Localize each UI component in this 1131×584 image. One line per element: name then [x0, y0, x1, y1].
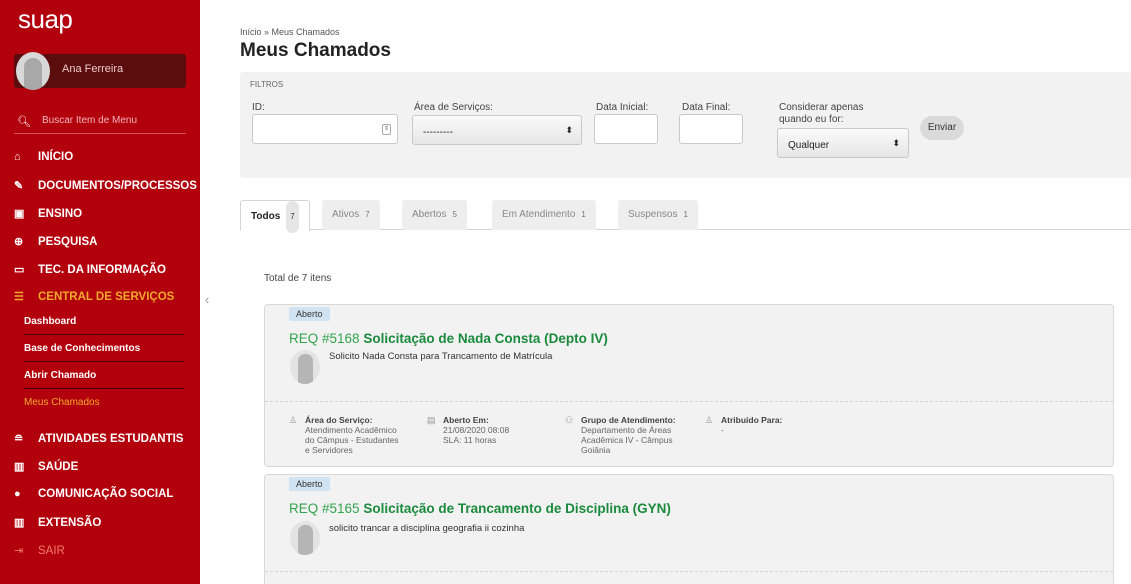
status-badge: Aberto	[289, 307, 330, 321]
research-icon: ⊕	[14, 236, 24, 248]
tab-ativos[interactable]: Ativos 7	[322, 200, 380, 230]
tab-count: 1	[683, 210, 688, 219]
divider	[265, 571, 1113, 572]
breadcrumb[interactable]: Início » Meus Chamados	[240, 27, 340, 37]
ticket-card[interactable]: Aberto REQ #5165 Solicitação de Trancame…	[264, 474, 1114, 584]
tab-count: 7	[365, 210, 370, 219]
sidebar-item-central-servicos[interactable]: ☰ CENTRAL DE SERVIÇOS	[14, 290, 174, 308]
meta-opened: ▤ Aberto Em: 21/08/2020 08:08 SLA: 11 ho…	[427, 415, 510, 445]
sidebar-item-atividades-estudantis[interactable]: ≘ ATIVIDADES ESTUDANTIS	[14, 432, 183, 450]
collapse-sidebar-icon[interactable]: ‹	[200, 292, 214, 310]
tab-count: 1	[581, 210, 586, 219]
submit-button[interactable]: Enviar	[920, 116, 964, 140]
tab-suspensos[interactable]: Suspensos 1	[618, 200, 698, 230]
tab-count: 5	[452, 210, 457, 219]
select-arrow-icon: ⬍	[892, 138, 900, 148]
suap-logo[interactable]: suap	[18, 4, 73, 35]
chat-icon: ●	[14, 488, 21, 500]
requester-avatar	[290, 521, 320, 555]
tab-todos[interactable]: Todos 7	[240, 200, 310, 233]
divider	[265, 401, 1113, 402]
list-icon: ☰	[14, 291, 24, 303]
user-icon: ♙	[289, 415, 298, 425]
tab-em-atendimento[interactable]: Em Atendimento 1	[492, 200, 596, 230]
group-icon: ⚇	[565, 415, 574, 425]
user-avatar	[16, 52, 50, 90]
ticket-name: Solicitação de Nada Consta (Depto IV)	[363, 331, 608, 346]
sidebar: suap Ana Ferreira 🔍︎ Buscar Item de Menu…	[0, 0, 200, 584]
documents-icon: ✎	[14, 180, 24, 192]
filters-legend: FILTROS	[250, 80, 284, 89]
sidebar-item-extensao[interactable]: ▥ EXTENSÃO	[14, 516, 101, 534]
start-date-field[interactable]	[594, 114, 658, 144]
search-icon: 🔍︎	[17, 116, 31, 128]
tab-abertos[interactable]: Abertos 5	[402, 200, 467, 230]
submenu-item-meus-chamados[interactable]: Meus Chamados	[24, 390, 184, 416]
user-name: Ana Ferreira	[62, 63, 124, 75]
consider-label: Considerar apenas quando eu for:	[779, 102, 864, 125]
id-field[interactable]: ⇕	[252, 114, 398, 144]
status-badge: Aberto	[289, 477, 330, 491]
meta-assigned: ♙ Atribuído Para: -	[705, 415, 783, 435]
end-date-field[interactable]	[679, 114, 743, 144]
area-select[interactable]: --------- ⬍	[412, 115, 582, 145]
tabs-bar: Todos 7 Ativos 7 Abertos 5 Em Atendimento 1 …	[240, 200, 1131, 233]
meta-area: ♙ Área do Serviço: Atendimento Acadêmico…	[289, 415, 399, 455]
sidebar-item-inicio[interactable]: ⌂ INÍCIO	[14, 151, 73, 169]
sidebar-item-comunicacao-social[interactable]: ● COMUNICAÇÃO SOCIAL	[14, 488, 173, 506]
sidebar-item-tec-informacao[interactable]: ▭ TEC. DA INFORMAÇÃO	[14, 263, 166, 281]
logout-icon: ⇥	[14, 545, 24, 557]
page-title: Meus Chamados	[240, 40, 391, 61]
sidebar-item-pesquisa[interactable]: ⊕ PESQUISA	[14, 235, 97, 253]
ticket-number: REQ #5165	[289, 501, 360, 516]
start-date-label: Data Inicial:	[596, 102, 649, 113]
end-date-label: Data Final:	[682, 102, 731, 113]
menu-search-input[interactable]: 🔍︎ Buscar Item de Menu	[14, 112, 186, 134]
submenu-item-dashboard[interactable]: Dashboard	[24, 309, 184, 335]
id-label: ID:	[252, 102, 265, 113]
ticket-description: solicito trancar a disciplina geografia …	[329, 523, 525, 534]
submenu-item-base-conhecimentos[interactable]: Base de Conhecimentos	[24, 336, 184, 362]
tab-count: 7	[286, 201, 299, 233]
user-icon: ♙	[705, 415, 714, 425]
consider-select[interactable]: Qualquer ⬍	[777, 128, 909, 158]
ticket-title[interactable]: REQ #5165 Solicitação de Trancamento de …	[289, 501, 671, 516]
ticket-description: Solicito Nada Consta para Trancamento de…	[329, 351, 553, 362]
ticket-title[interactable]: REQ #5168 Solicitação de Nada Consta (De…	[289, 331, 608, 346]
sidebar-item-documentos[interactable]: ✎ DOCUMENTOS/PROCESSOS	[14, 179, 197, 197]
total-count: Total de 7 itens	[264, 273, 332, 284]
teaching-icon: ▣	[14, 208, 25, 220]
sidebar-item-saude[interactable]: ▥ SAÚDE	[14, 460, 78, 478]
home-icon: ⌂	[14, 151, 21, 163]
sidebar-item-sair[interactable]: ⇥ SAIR	[14, 544, 65, 562]
requester-avatar	[290, 350, 320, 384]
submenu-item-abrir-chamado[interactable]: Abrir Chamado	[24, 363, 184, 389]
graduation-icon: ≘	[14, 433, 24, 445]
calendar-icon: ▤	[427, 415, 436, 425]
ticket-number: REQ #5168	[289, 331, 360, 346]
area-label: Área de Serviços:	[414, 102, 493, 113]
number-spinner-icon[interactable]: ⇕	[382, 124, 391, 135]
sidebar-item-ensino[interactable]: ▣ ENSINO	[14, 207, 82, 225]
ticket-name: Solicitação de Trancamento de Disciplina…	[363, 501, 671, 516]
ticket-card[interactable]: Aberto REQ #5168 Solicitação de Nada Con…	[264, 304, 1114, 467]
user-box[interactable]: Ana Ferreira	[14, 52, 186, 90]
filters-panel: FILTROS ID: ⇕ Área de Serviços: --------…	[240, 72, 1131, 178]
laptop-icon: ▭	[14, 264, 25, 276]
main-content: Início » Meus Chamados Meus Chamados FIL…	[240, 0, 1131, 584]
health-icon: ▥	[14, 461, 25, 473]
meta-group: ⚇ Grupo de Atendimento: Departamento de …	[565, 415, 676, 455]
extension-icon: ▥	[14, 517, 25, 529]
menu-search-placeholder: Buscar Item de Menu	[42, 115, 138, 126]
select-arrow-icon: ⬍	[565, 125, 573, 135]
